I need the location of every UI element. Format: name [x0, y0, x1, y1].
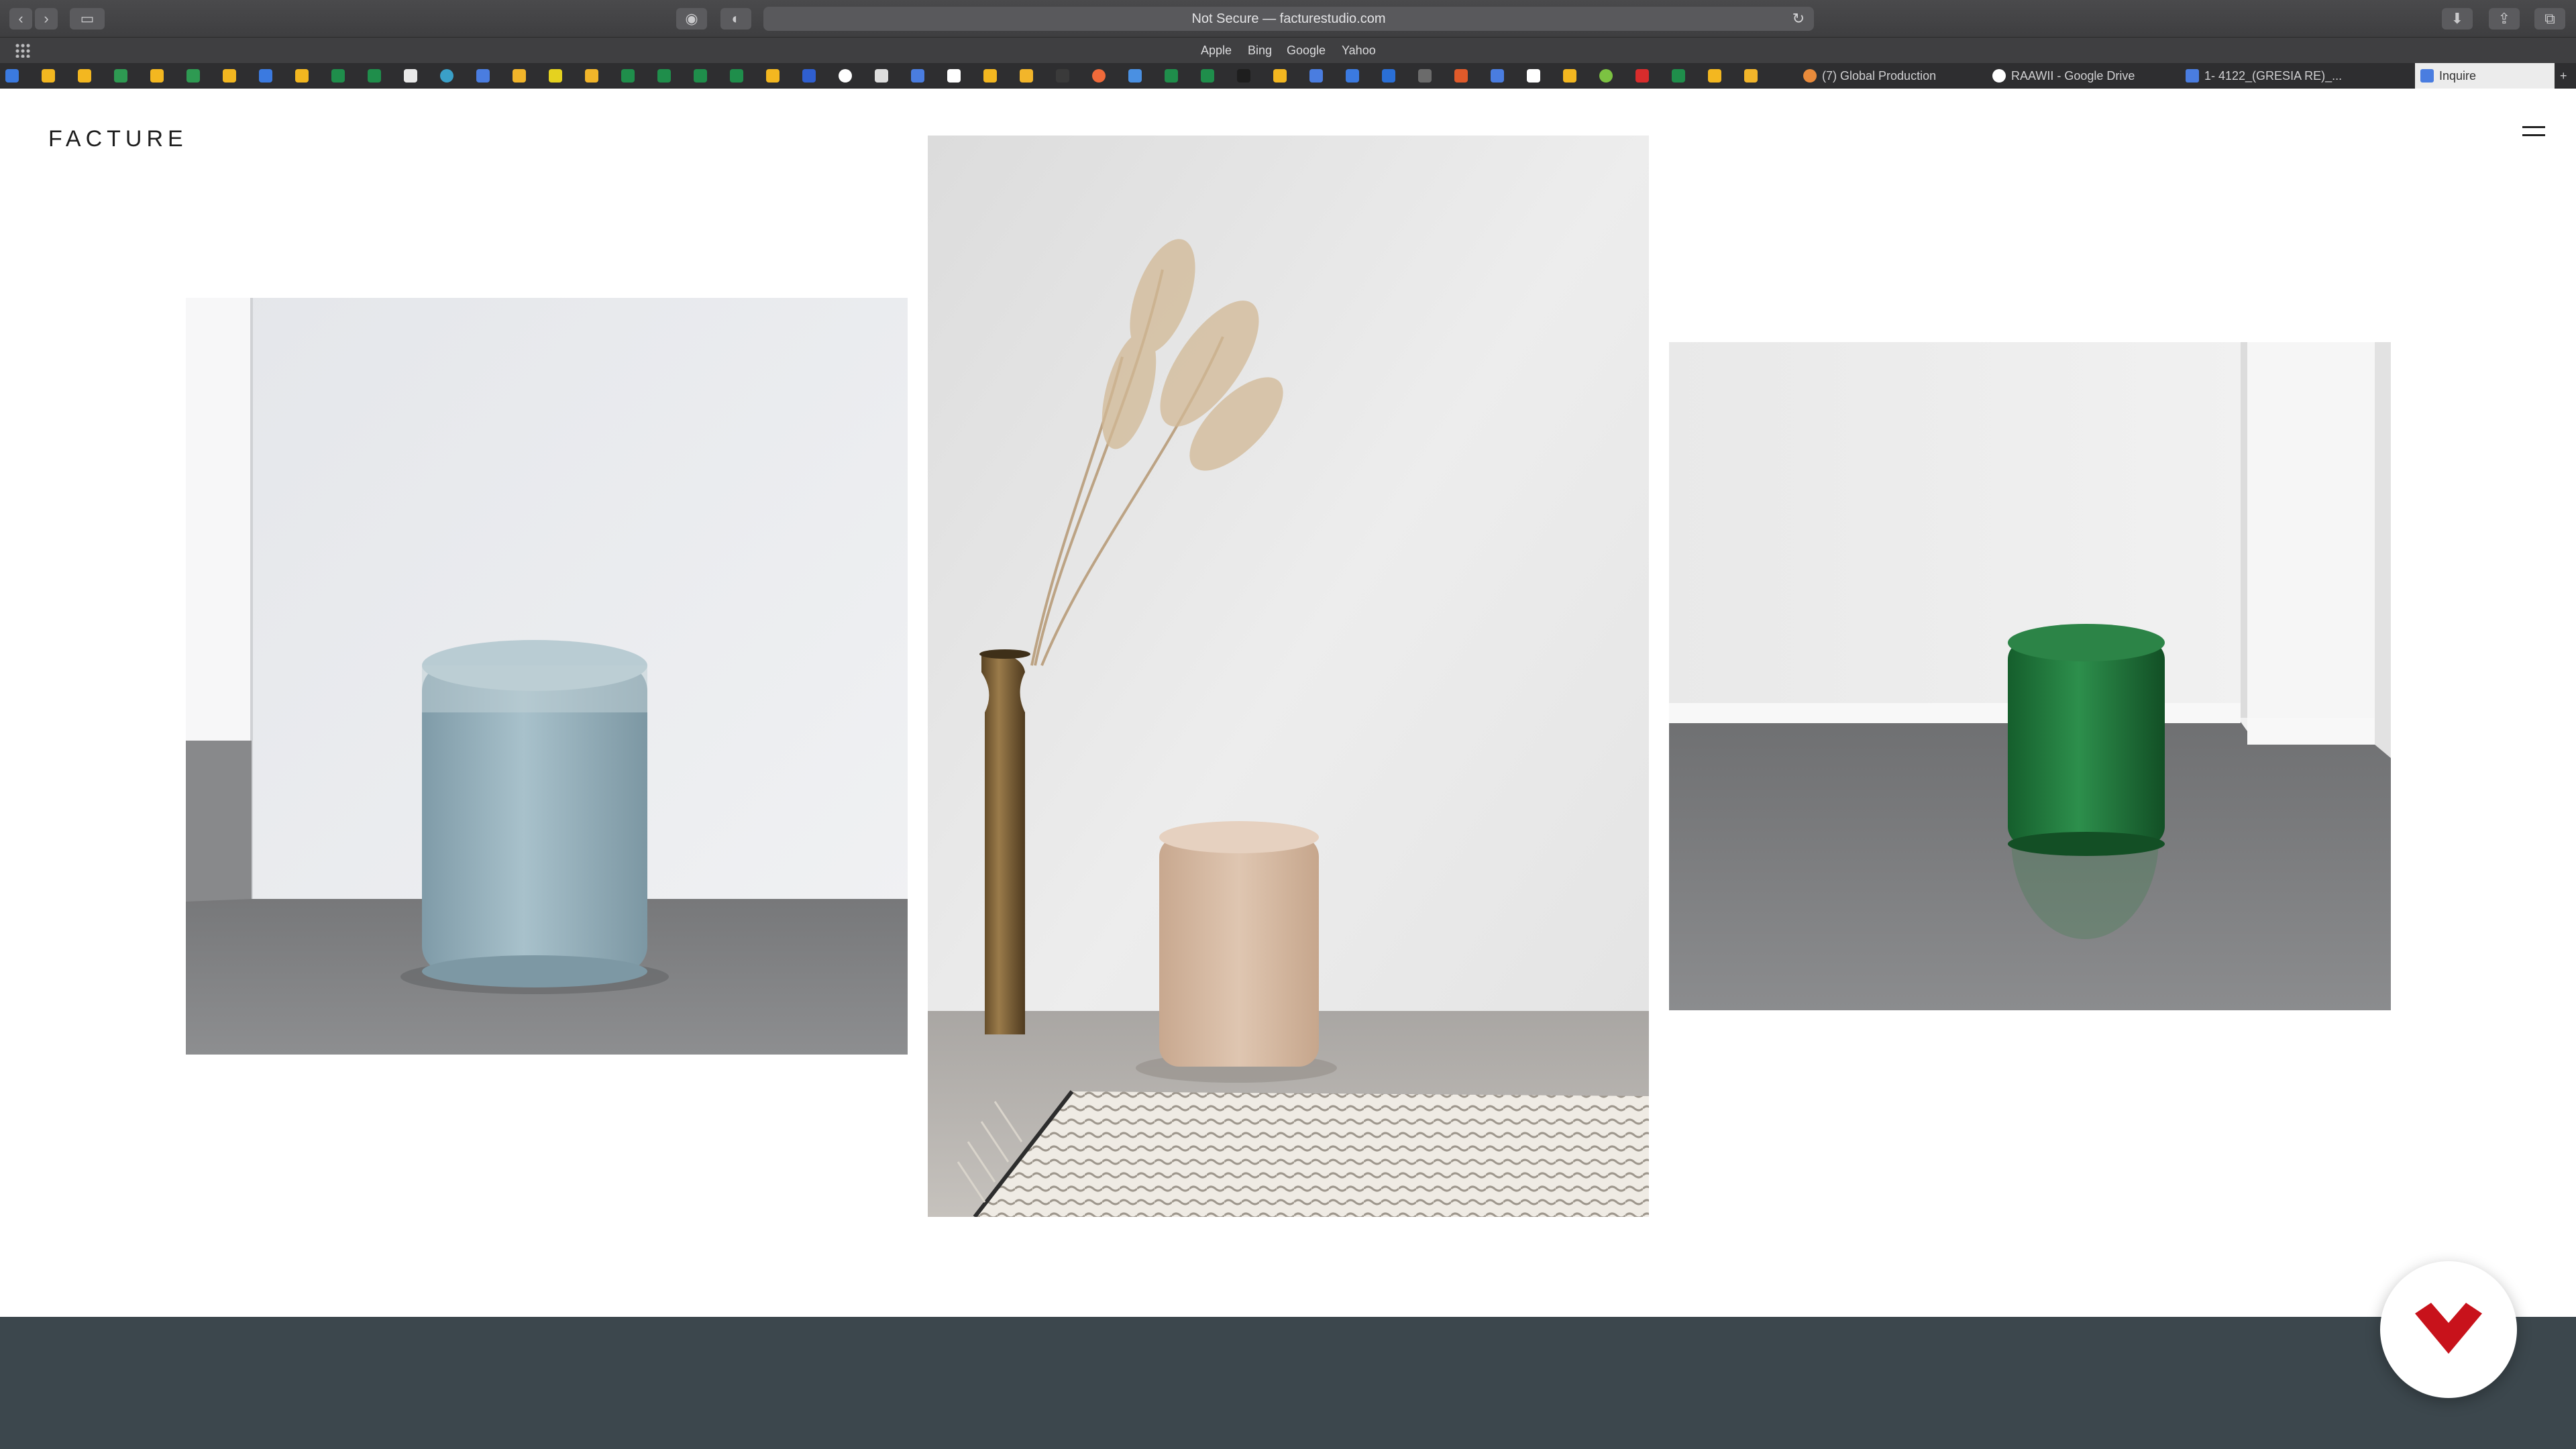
dark-app-icon[interactable] [1237, 69, 1250, 83]
docs-icon [2186, 69, 2199, 83]
extension-button[interactable]: ◉ [676, 8, 707, 30]
circle-icon[interactable] [440, 69, 453, 83]
script-icon[interactable] [1056, 69, 1069, 83]
drive-icon[interactable] [1708, 69, 1721, 83]
tab-label: 1- 4122_(GRESIA RE)_... [2204, 69, 2343, 83]
yellow-app-icon[interactable] [549, 69, 562, 83]
favorite-bing[interactable]: Bing [1248, 44, 1272, 58]
pinned-tab-icon[interactable] [5, 69, 19, 83]
docs-icon[interactable] [1309, 69, 1323, 83]
facture-icon [2420, 69, 2434, 83]
red-app-icon[interactable] [1635, 69, 1649, 83]
badge-icon[interactable] [947, 69, 961, 83]
sheets-icon[interactable] [368, 69, 381, 83]
sheets-icon[interactable] [1672, 69, 1685, 83]
sheets-icon[interactable] [1165, 69, 1178, 83]
drive-icon[interactable] [114, 69, 127, 83]
forward-button[interactable]: › [35, 8, 58, 30]
tab-label: Inquire [2439, 69, 2477, 83]
book-icon[interactable] [875, 69, 888, 83]
drive-icon[interactable] [150, 69, 164, 83]
blue-app-icon[interactable] [802, 69, 816, 83]
reload-icon[interactable]: ↻ [1792, 7, 1805, 31]
meet-icon[interactable] [1128, 69, 1142, 83]
web-page: FACTURE [0, 89, 2576, 1449]
nude-resin-stool-photo[interactable] [928, 136, 1649, 1217]
c-icon[interactable] [839, 69, 852, 83]
slides-icon[interactable] [1744, 69, 1758, 83]
sheets-icon[interactable] [1201, 69, 1214, 83]
tab-label: RAAWII - Google Drive [2011, 69, 2135, 83]
browser-toolbar: ‹ › ▭ ◉ ◐ Not Secure — facturestudio.com… [0, 0, 2576, 38]
green-resin-stool-photo[interactable] [1669, 342, 2391, 1010]
checker-icon[interactable] [404, 69, 417, 83]
sheets-icon[interactable] [694, 69, 707, 83]
sheets-icon[interactable] [730, 69, 743, 83]
target-icon[interactable] [1092, 69, 1106, 83]
tab-global-production[interactable]: (7) Global Production [1798, 63, 1979, 89]
docs-icon[interactable] [911, 69, 924, 83]
global-production-icon [1803, 69, 1817, 83]
back-button[interactable]: ‹ [9, 8, 32, 30]
sidebar-toggle-button[interactable]: ▭ [70, 8, 105, 30]
trello-icon[interactable] [1382, 69, 1395, 83]
t-icon[interactable] [1418, 69, 1432, 83]
share-button[interactable]: ⇪ [2489, 8, 2520, 30]
site-logo[interactable]: FACTURE [48, 126, 188, 152]
drive-icon[interactable] [186, 69, 200, 83]
sheets-icon[interactable] [657, 69, 671, 83]
orange-app-icon[interactable] [1454, 69, 1468, 83]
tab-bar: (7) Global Production RAAWII - Google Dr… [0, 63, 2576, 89]
docs-icon[interactable] [1491, 69, 1504, 83]
tab-inquire[interactable]: Inquire [2415, 63, 2555, 89]
address-bar[interactable]: Not Secure — facturestudio.com ↻ [763, 7, 1814, 31]
new-tab-button[interactable]: + [2555, 63, 2576, 89]
address-text: Not Secure — facturestudio.com [1191, 11, 1386, 26]
lime-app-icon[interactable] [1599, 69, 1613, 83]
drive-icon[interactable] [983, 69, 997, 83]
tabs-overview-button[interactable]: ⧉ [2534, 8, 2565, 30]
shield-extension-button[interactable]: ◐ [720, 8, 751, 30]
drive-icon[interactable] [766, 69, 780, 83]
drive-icon[interactable] [1273, 69, 1287, 83]
site-footer [0, 1317, 2576, 1449]
chat-widget-button[interactable] [2380, 1261, 2517, 1398]
hamburger-menu-icon[interactable] [2522, 123, 2545, 140]
slides-icon[interactable] [513, 69, 526, 83]
drive-icon[interactable] [223, 69, 236, 83]
drive-icon[interactable] [78, 69, 91, 83]
drive-icon[interactable] [42, 69, 55, 83]
tab-label: (7) Global Production [1822, 69, 1937, 83]
tab-google-drive[interactable]: RAAWII - Google Drive [1987, 63, 2168, 89]
apps-grid-icon[interactable] [15, 43, 31, 58]
sheets-icon[interactable] [331, 69, 345, 83]
drive-icon[interactable] [259, 69, 272, 83]
docs-icon[interactable] [476, 69, 490, 83]
heart-icon[interactable] [1346, 69, 1359, 83]
favorite-apple[interactable]: Apple [1201, 44, 1232, 58]
favorite-google[interactable]: Google [1287, 44, 1326, 58]
chevron-chat-icon [2415, 1303, 2482, 1354]
drive-icon[interactable] [1563, 69, 1576, 83]
google-icon [1992, 69, 2006, 83]
pinned-tab-icons [5, 69, 1758, 83]
blue-resin-stool-photo[interactable] [186, 298, 908, 1055]
favorite-yahoo[interactable]: Yahoo [1342, 44, 1376, 58]
tab-document[interactable]: 1- 4122_(GRESIA RE)_... [2180, 63, 2361, 89]
drive-icon[interactable] [295, 69, 309, 83]
slides-icon[interactable] [585, 69, 598, 83]
downloads-button[interactable]: ⬇ [2442, 8, 2473, 30]
pen-icon[interactable] [1527, 69, 1540, 83]
favorites-bar: Apple Bing Google Yahoo [0, 38, 2576, 63]
sheets-icon[interactable] [621, 69, 635, 83]
slides-icon[interactable] [1020, 69, 1033, 83]
